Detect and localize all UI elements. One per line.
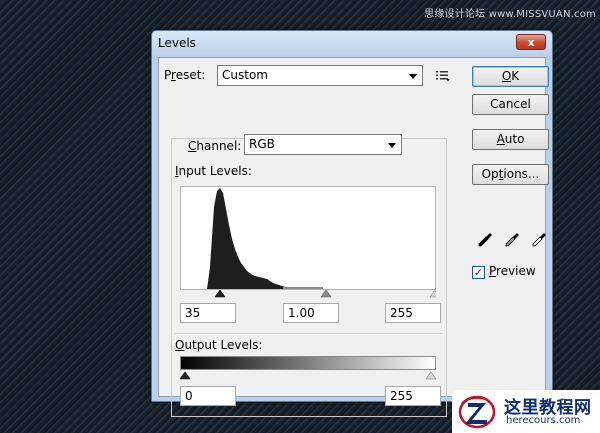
black-point-eyedropper-icon[interactable] [477, 232, 493, 248]
output-levels-slider[interactable] [180, 370, 436, 380]
input-levels-label: Input Levels: [175, 164, 252, 178]
separator [175, 333, 443, 334]
preset-select[interactable]: Custom [217, 65, 423, 86]
output-shadow-field[interactable]: 0 [180, 386, 236, 406]
output-gradient-bar [180, 356, 436, 370]
output-highlight-handle [425, 371, 436, 380]
input-shadow-field[interactable]: 35 [180, 303, 236, 323]
input-midtone-field[interactable]: 1.00 [283, 303, 339, 323]
cancel-button[interactable]: Cancel [472, 94, 549, 115]
dialog-body: Preset: Custom OK Cancel Auto Options... [158, 57, 549, 417]
preview-checkbox[interactable]: ✓ [472, 266, 485, 279]
white-point-eyedropper-icon[interactable] [531, 232, 547, 248]
options-button[interactable]: Options... [472, 164, 549, 185]
logo-url-text: herecours.com [506, 415, 581, 426]
preset-label: Preset: [164, 68, 206, 82]
gray-point-eyedropper-icon[interactable] [504, 232, 520, 248]
preset-value: Custom [222, 68, 268, 82]
auto-button[interactable]: Auto [472, 129, 549, 150]
site-watermark: 思缘设计论坛 www.MISSVUAN.com [424, 9, 596, 20]
close-button[interactable]: x [516, 34, 546, 50]
chevron-down-icon [409, 74, 417, 79]
histogram [180, 186, 436, 290]
input-shadow-handle [214, 289, 226, 298]
preset-options-icon[interactable] [435, 68, 451, 82]
input-midtone-handle [320, 289, 332, 298]
dialog-title: Levels [158, 36, 196, 50]
output-highlight-field[interactable]: 255 [385, 386, 441, 406]
ok-button[interactable]: OK [472, 66, 549, 87]
channel-value: RGB [249, 137, 275, 151]
channel-label: Channel: [184, 139, 246, 153]
close-icon: x [527, 35, 535, 49]
site-logo: 这里教程网 herecours.com [452, 390, 600, 433]
output-shadow-handle [180, 371, 191, 380]
channel-select[interactable]: RGB [244, 134, 402, 155]
output-levels-label: Output Levels: [175, 338, 263, 352]
checkmark-icon: ✓ [473, 266, 484, 279]
preview-label: Preview [489, 264, 536, 278]
histogram-graph [207, 188, 323, 289]
levels-dialog: Levels x Preset: Custom OK Cancel Auto O… [151, 30, 553, 417]
input-levels-slider[interactable] [180, 288, 436, 298]
title-bar[interactable]: Levels x [152, 31, 552, 55]
input-highlight-field[interactable]: 255 [385, 303, 441, 323]
chevron-down-icon [388, 143, 396, 148]
z-logo-icon [458, 395, 496, 429]
input-highlight-handle [429, 289, 436, 298]
